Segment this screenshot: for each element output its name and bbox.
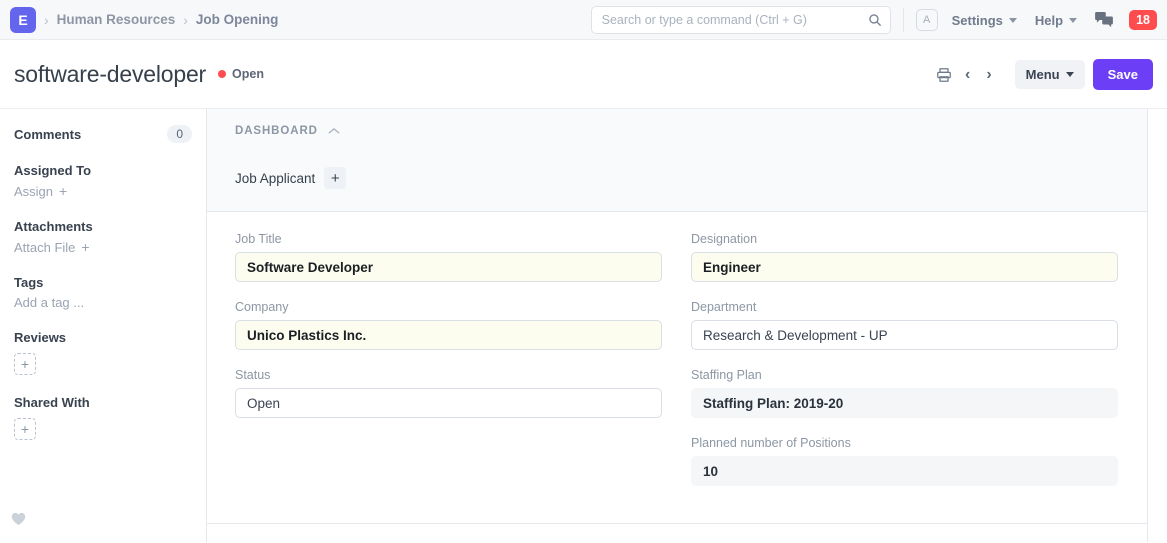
form-section-divider	[207, 523, 1148, 524]
page-title-bar: software-developer Open ‹ › Menu Save	[0, 40, 1167, 109]
field-label: Designation	[691, 232, 1118, 246]
navbar-divider	[903, 8, 904, 32]
settings-label: Settings	[952, 13, 1003, 28]
form-fields-area: Job Title Software Developer Company Uni…	[207, 212, 1147, 509]
print-icon[interactable]	[936, 67, 952, 83]
field-label: Department	[691, 300, 1118, 314]
department-input[interactable]: Research & Development - UP	[691, 320, 1118, 350]
erpnext-logo-icon[interactable]: E	[10, 7, 36, 33]
dashboard-link-job-applicant: Job Applicant +	[235, 167, 1147, 189]
form-column-left: Job Title Software Developer Company Uni…	[235, 232, 662, 509]
attach-file-label: Attach File	[14, 240, 75, 255]
assign-button[interactable]: Assign +	[14, 183, 192, 199]
add-shared-user-button[interactable]: +	[14, 418, 36, 440]
top-navbar: E › Human Resources › Job Opening A Sett…	[0, 0, 1167, 40]
add-job-applicant-button[interactable]: +	[324, 167, 346, 189]
page-body: Comments 0 Assigned To Assign + Attachme…	[0, 109, 1167, 542]
save-button[interactable]: Save	[1093, 59, 1153, 90]
field-label: Planned number of Positions	[691, 436, 1118, 450]
add-tag-button[interactable]: Add a tag ...	[14, 295, 192, 310]
staffing-plan-value: Staffing Plan: 2019-20	[691, 388, 1118, 418]
job-title-input[interactable]: Software Developer	[235, 252, 662, 282]
title-actions: ‹ › Menu Save	[936, 40, 1153, 109]
field-label: Status	[235, 368, 662, 382]
search-box[interactable]	[591, 6, 891, 34]
search-icon[interactable]	[868, 13, 882, 27]
search-input[interactable]	[602, 13, 862, 27]
planned-positions-value: 10	[691, 456, 1118, 486]
attachments-label: Attachments	[14, 219, 192, 234]
sidebar-section-attachments: Attachments Attach File +	[14, 219, 192, 255]
field-company: Company Unico Plastics Inc.	[235, 300, 662, 350]
shared-with-label: Shared With	[14, 395, 192, 410]
job-applicant-label[interactable]: Job Applicant	[235, 171, 315, 186]
navbar-right-group: A Settings Help 18	[591, 0, 1157, 40]
field-planned-positions: Planned number of Positions 10	[691, 436, 1118, 486]
chevron-down-icon	[1009, 18, 1017, 23]
menu-button[interactable]: Menu	[1015, 60, 1085, 89]
plus-icon: +	[81, 239, 89, 255]
add-review-button[interactable]: +	[14, 353, 36, 375]
sidebar-section-tags: Tags Add a tag ...	[14, 275, 192, 310]
sidebar-section-assigned-to: Assigned To Assign +	[14, 163, 192, 199]
field-label: Company	[235, 300, 662, 314]
status-badge: Open	[218, 67, 264, 81]
attach-file-button[interactable]: Attach File +	[14, 239, 192, 255]
company-input[interactable]: Unico Plastics Inc.	[235, 320, 662, 350]
sidebar-section-shared-with: Shared With +	[14, 395, 192, 440]
heart-icon[interactable]	[11, 512, 26, 531]
settings-menu[interactable]: Settings	[952, 13, 1017, 28]
chat-icon[interactable]	[1095, 12, 1113, 28]
assign-label: Assign	[14, 184, 53, 199]
comments-count: 0	[167, 125, 192, 143]
form-column-right: Designation Engineer Department Research…	[691, 232, 1118, 509]
field-department: Department Research & Development - UP	[691, 300, 1118, 350]
dashboard-section-header[interactable]: DASHBOARD	[235, 125, 1147, 137]
next-record-button[interactable]: ›	[983, 67, 994, 83]
breadcrumb-human-resources[interactable]: Human Resources	[57, 12, 176, 27]
breadcrumb-separator-icon: ›	[44, 12, 49, 28]
chevron-down-icon	[1066, 72, 1074, 77]
comments-label: Comments	[14, 127, 81, 142]
menu-label: Menu	[1026, 67, 1060, 82]
sidebar-item-comments[interactable]: Comments 0	[14, 125, 192, 143]
tags-label: Tags	[14, 275, 192, 290]
dashboard-section: DASHBOARD Job Applicant +	[207, 109, 1147, 212]
chevron-down-icon	[1069, 18, 1077, 23]
form-card: DASHBOARD Job Applicant + Job Title	[207, 109, 1148, 542]
field-label: Job Title	[235, 232, 662, 246]
dashboard-section-title: DASHBOARD	[235, 125, 318, 137]
status-dot-icon	[218, 70, 226, 78]
prev-record-button[interactable]: ‹	[962, 67, 973, 83]
page-title: software-developer	[14, 61, 206, 88]
form-main: DASHBOARD Job Applicant + Job Title	[207, 109, 1167, 542]
help-label: Help	[1035, 13, 1063, 28]
status-label: Open	[232, 67, 264, 81]
plus-icon: +	[59, 183, 67, 199]
sidebar-section-reviews: Reviews +	[14, 330, 192, 375]
reviews-label: Reviews	[14, 330, 192, 345]
field-staffing-plan: Staffing Plan Staffing Plan: 2019-20	[691, 368, 1118, 418]
designation-input[interactable]: Engineer	[691, 252, 1118, 282]
field-label: Staffing Plan	[691, 368, 1118, 382]
breadcrumb-separator-icon: ›	[183, 12, 188, 28]
notification-badge[interactable]: 18	[1129, 10, 1157, 30]
breadcrumb-job-opening[interactable]: Job Opening	[196, 12, 279, 27]
assigned-to-label: Assigned To	[14, 163, 192, 178]
avatar[interactable]: A	[916, 9, 938, 31]
help-menu[interactable]: Help	[1035, 13, 1077, 28]
field-status: Status Open	[235, 368, 662, 418]
status-select[interactable]: Open	[235, 388, 662, 418]
field-job-title: Job Title Software Developer	[235, 232, 662, 282]
field-designation: Designation Engineer	[691, 232, 1118, 282]
chevron-up-icon[interactable]	[328, 127, 340, 135]
form-sidebar: Comments 0 Assigned To Assign + Attachme…	[0, 109, 207, 542]
